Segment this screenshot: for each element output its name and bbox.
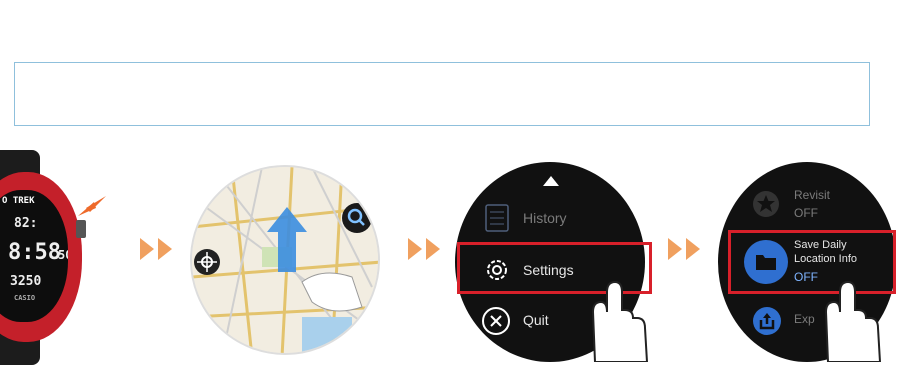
location-icon[interactable] xyxy=(194,249,220,275)
star-icon xyxy=(753,191,779,217)
banner-frame xyxy=(14,62,870,126)
export-icon xyxy=(753,307,781,335)
watch-maker: CASIO xyxy=(14,294,36,302)
settings-item-label: Revisit xyxy=(794,188,831,202)
step-arrow-icon xyxy=(426,238,440,260)
map-roads xyxy=(192,167,378,353)
menu-item-label: History xyxy=(523,210,567,226)
scroll-up-icon[interactable] xyxy=(543,176,559,186)
watch-lower-digits: 3250 xyxy=(10,274,42,289)
watch-button[interactable] xyxy=(76,220,86,238)
watch-top-digits: 82: xyxy=(14,216,38,231)
settings-item-revisit[interactable]: Revisit OFF xyxy=(718,184,896,224)
watch-brand: O TREK xyxy=(2,196,35,206)
map-screen[interactable] xyxy=(190,165,380,355)
tap-hand-icon xyxy=(824,280,882,362)
steps-row: O TREK 82: 8:58 50 3250 CASIO xyxy=(0,150,901,367)
step-arrow-icon xyxy=(158,238,172,260)
close-icon xyxy=(482,307,510,335)
menu-item-label: Quit xyxy=(523,312,549,328)
step-arrow-icon xyxy=(668,238,682,260)
settings-item-value: OFF xyxy=(794,206,818,220)
menu-item-history[interactable]: History xyxy=(455,202,645,236)
watch-device: O TREK 82: 8:58 50 3250 CASIO xyxy=(0,150,90,365)
step-arrow-icon xyxy=(140,238,154,260)
settings-item-label: Exp xyxy=(794,312,815,326)
pointer-arrow-icon xyxy=(78,196,106,216)
step-arrow-icon xyxy=(408,238,422,260)
tap-hand-icon xyxy=(591,280,649,362)
watch-time: 8:58 xyxy=(8,240,61,265)
step-arrow-icon xyxy=(686,238,700,260)
list-icon xyxy=(485,204,509,232)
search-icon[interactable] xyxy=(342,203,372,233)
watch-seconds: 50 xyxy=(58,248,68,262)
